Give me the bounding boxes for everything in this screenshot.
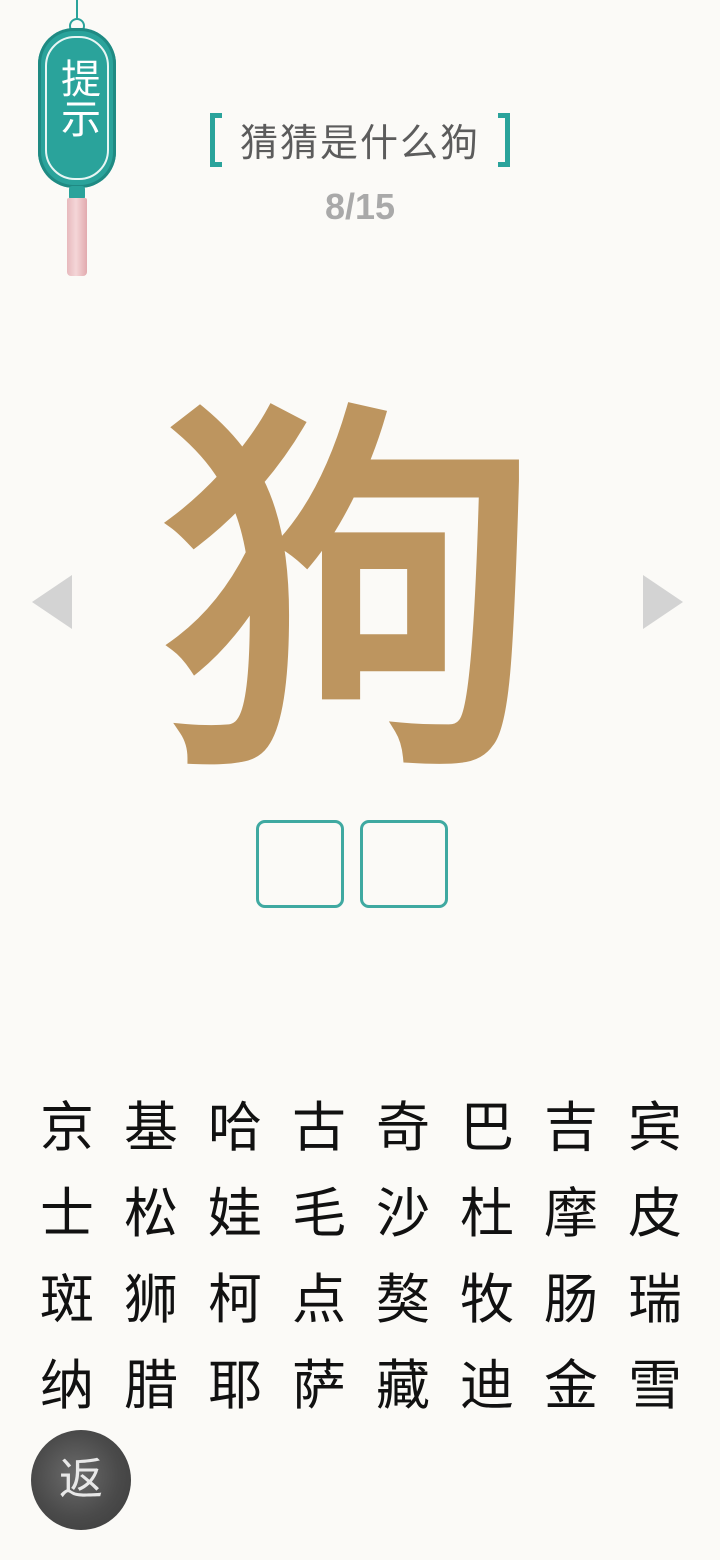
character-tile[interactable]: 藏: [361, 1343, 445, 1429]
puzzle-header: 猜猜是什么狗: [0, 112, 720, 171]
character-tile[interactable]: 瑞: [613, 1257, 697, 1343]
character-tile[interactable]: 奇: [361, 1085, 445, 1171]
next-arrow-icon[interactable]: [643, 575, 683, 629]
back-button[interactable]: 返: [31, 1430, 131, 1530]
character-tile[interactable]: 摩: [529, 1171, 613, 1257]
puzzle-title: 猜猜是什么狗: [239, 121, 480, 165]
character-tile[interactable]: 皮: [613, 1171, 697, 1257]
character-tile[interactable]: 耶: [193, 1343, 277, 1429]
grid-row: 京 基 哈 古 奇 巴 吉 宾: [25, 1085, 697, 1171]
right-bracket: [498, 112, 510, 167]
character-tile[interactable]: 京: [25, 1085, 109, 1171]
character-tile[interactable]: 松: [109, 1171, 193, 1257]
character-tile[interactable]: 牧: [445, 1257, 529, 1343]
character-tile[interactable]: 腊: [109, 1343, 193, 1429]
character-tile[interactable]: 宾: [613, 1085, 697, 1171]
character-tile[interactable]: 基: [109, 1085, 193, 1171]
character-tile[interactable]: 纳: [25, 1343, 109, 1429]
character-tile[interactable]: 迪: [445, 1343, 529, 1429]
prev-arrow-icon[interactable]: [32, 575, 72, 629]
character-tile[interactable]: 雪: [613, 1343, 697, 1429]
character-tile[interactable]: 狮: [109, 1257, 193, 1343]
grid-row: 斑 狮 柯 点 獒 牧 肠 瑞: [25, 1257, 697, 1343]
character-grid: 京 基 哈 古 奇 巴 吉 宾 士 松 娃 毛 沙 杜 摩 皮 斑 狮 柯 点 …: [25, 1085, 697, 1429]
character-tile[interactable]: 杜: [445, 1171, 529, 1257]
grid-row: 士 松 娃 毛 沙 杜 摩 皮: [25, 1171, 697, 1257]
character-tile[interactable]: 士: [25, 1171, 109, 1257]
puzzle-progress: 8/15: [324, 186, 396, 227]
main-character: 狗: [160, 371, 540, 818]
character-tile[interactable]: 金: [529, 1343, 613, 1429]
character-tile[interactable]: 点: [277, 1257, 361, 1343]
character-tile[interactable]: 沙: [361, 1171, 445, 1257]
grid-row: 纳 腊 耶 萨 藏 迪 金 雪: [25, 1343, 697, 1429]
character-tile[interactable]: 吉: [529, 1085, 613, 1171]
character-tile[interactable]: 柯: [193, 1257, 277, 1343]
character-tile[interactable]: 娃: [193, 1171, 277, 1257]
character-tile[interactable]: 巴: [445, 1085, 529, 1171]
character-tile[interactable]: 獒: [361, 1257, 445, 1343]
left-bracket: [209, 112, 222, 167]
character-tile[interactable]: 斑: [25, 1257, 109, 1343]
character-tile[interactable]: 肠: [529, 1257, 613, 1343]
character-tile[interactable]: 哈: [193, 1085, 277, 1171]
answer-slot-1[interactable]: [256, 820, 344, 908]
character-tile[interactable]: 毛: [277, 1171, 361, 1257]
character-tile[interactable]: 萨: [277, 1343, 361, 1429]
answer-slot-2[interactable]: [360, 820, 448, 908]
character-tile[interactable]: 古: [277, 1085, 361, 1171]
